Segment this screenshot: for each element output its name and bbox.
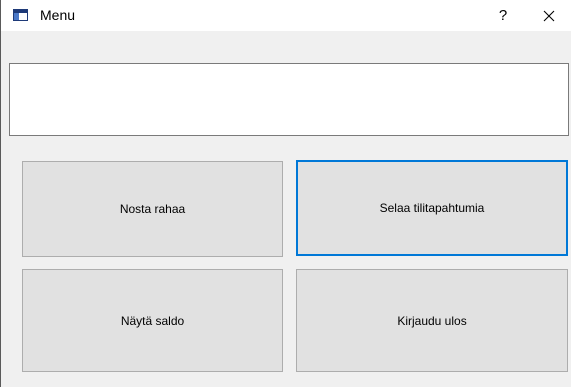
withdraw-button[interactable]: Nosta rahaa	[22, 161, 283, 257]
window-app-icon	[13, 9, 28, 21]
menu-window: Menu ? Nosta rahaa Selaa tilitapahtumia …	[0, 0, 571, 387]
close-icon	[543, 10, 555, 21]
output-display[interactable]	[9, 63, 569, 136]
transactions-button[interactable]: Selaa tilitapahtumia	[296, 160, 568, 256]
help-button[interactable]: ?	[480, 0, 526, 31]
show-balance-button[interactable]: Näytä saldo	[22, 269, 283, 372]
logout-button[interactable]: Kirjaudu ulos	[296, 269, 568, 372]
title-bar: Menu ?	[1, 0, 571, 31]
close-button[interactable]	[526, 0, 571, 31]
window-title: Menu	[40, 7, 76, 23]
